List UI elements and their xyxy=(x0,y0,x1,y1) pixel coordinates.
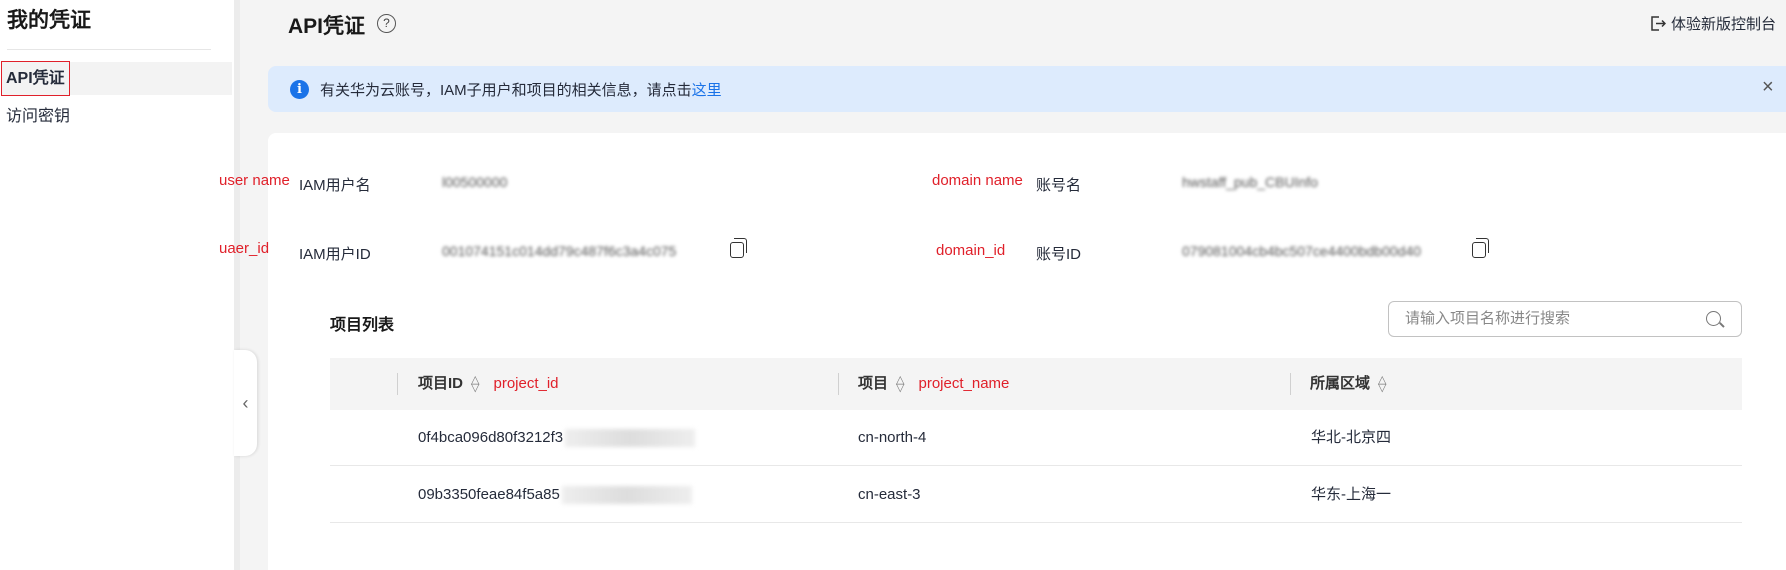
divider xyxy=(7,49,211,50)
new-console-label: 体验新版控制台 xyxy=(1670,16,1776,33)
sort-icon[interactable]: △ ▽ xyxy=(896,375,904,394)
project-id: 0f4bca096d80f3212f3 xyxy=(418,429,564,446)
sidebar-item-label: API凭证 xyxy=(1,61,70,96)
iam-userid-value: 001074151c014dd79c487f6c3a4c075 xyxy=(442,243,677,259)
close-icon[interactable]: × xyxy=(1762,76,1774,99)
project-name-cell: cn-north-4 xyxy=(858,429,927,446)
column-label: 所属区域 xyxy=(1310,375,1371,392)
table-header: 项目ID △ ▽ project_id 项目 △ ▽ project_name 所属区域 △ ▽ xyxy=(330,358,1742,410)
sidebar-item-label: 访问密钥 xyxy=(6,108,71,125)
banner-link[interactable]: 这里 xyxy=(692,82,722,99)
help-icon[interactable]: ? xyxy=(377,14,396,33)
banner-text: 有关华为云账号，IAM子用户和项目的相关信息，请点击这里 xyxy=(320,79,722,100)
account-id-value: 079081004cb4bc507ce4400bdb00d40 xyxy=(1182,243,1422,259)
iam-username-value: l00500000 xyxy=(442,174,508,190)
sidebar-item-api-credentials[interactable]: API凭证 xyxy=(1,61,232,96)
column-divider xyxy=(1290,373,1291,395)
info-icon: i xyxy=(290,80,309,99)
column-project[interactable]: 项目 △ ▽ project_name xyxy=(858,358,1009,410)
column-divider xyxy=(397,373,398,395)
collapse-sidebar-handle[interactable]: ‹ xyxy=(234,350,257,456)
annotation-user-id: uaer_id xyxy=(219,240,270,257)
project-id-cell: 09b3350feae84f5a85 xyxy=(418,467,692,523)
sort-icon[interactable]: △ ▽ xyxy=(471,375,479,394)
sidebar-item-access-keys[interactable]: 访问密钥 xyxy=(2,100,232,133)
redaction xyxy=(561,486,692,505)
copy-icon[interactable] xyxy=(1472,238,1489,258)
page-title: API凭证 xyxy=(288,15,366,38)
iam-username-label: IAM用户名 xyxy=(299,177,371,194)
annotation-user-name: user name xyxy=(219,172,290,189)
column-project-id[interactable]: 项目ID △ ▽ project_id xyxy=(418,358,559,410)
account-name-value: hwstaff_pub_CBUInfo xyxy=(1182,174,1318,190)
column-region[interactable]: 所属区域 △ ▽ xyxy=(1310,358,1386,410)
sidebar-title: 我的凭证 xyxy=(7,9,91,32)
exit-icon xyxy=(1651,16,1666,31)
new-console-link[interactable]: 体验新版控制台 xyxy=(1650,13,1776,34)
copy-icon[interactable] xyxy=(730,238,747,258)
region-cell: 华东-上海一 xyxy=(1311,486,1391,503)
sidebar: 我的凭证 API凭证 访问密钥 xyxy=(0,0,234,570)
account-id-label: 账号ID xyxy=(1036,246,1082,263)
project-id-cell: 0f4bca096d80f3212f3 xyxy=(418,410,696,466)
table-row: 0f4bca096d80f3212f3 cn-north-4 华北-北京四 xyxy=(330,410,1742,466)
sort-icon[interactable]: △ ▽ xyxy=(1378,375,1386,394)
annotation-domain-name: domain name xyxy=(932,172,1023,189)
project-name-cell: cn-east-3 xyxy=(858,486,921,503)
chevron-left-icon: ‹ xyxy=(242,393,249,413)
column-label: 项目ID xyxy=(418,375,464,392)
iam-userid-label: IAM用户ID xyxy=(299,246,371,263)
table-row: 09b3350feae84f5a85 cn-east-3 华东-上海一 xyxy=(330,467,1742,523)
annotation-project-id: project_id xyxy=(493,375,559,392)
project-search-input[interactable]: 请输入项目名称进行搜索 xyxy=(1388,301,1742,337)
region-cell: 华北-北京四 xyxy=(1311,429,1391,446)
redaction xyxy=(565,429,696,448)
annotation-project-name: project_name xyxy=(918,375,1010,392)
column-label: 项目 xyxy=(858,375,889,392)
annotation-domain-id: domain_id xyxy=(936,242,1006,259)
banner-message: 有关华为云账号，IAM子用户和项目的相关信息，请点击 xyxy=(320,82,692,99)
account-name-label: 账号名 xyxy=(1036,177,1082,194)
search-icon[interactable] xyxy=(1706,311,1721,326)
project-list-title: 项目列表 xyxy=(330,317,395,334)
column-divider xyxy=(838,373,839,395)
project-id: 09b3350feae84f5a85 xyxy=(418,486,560,503)
